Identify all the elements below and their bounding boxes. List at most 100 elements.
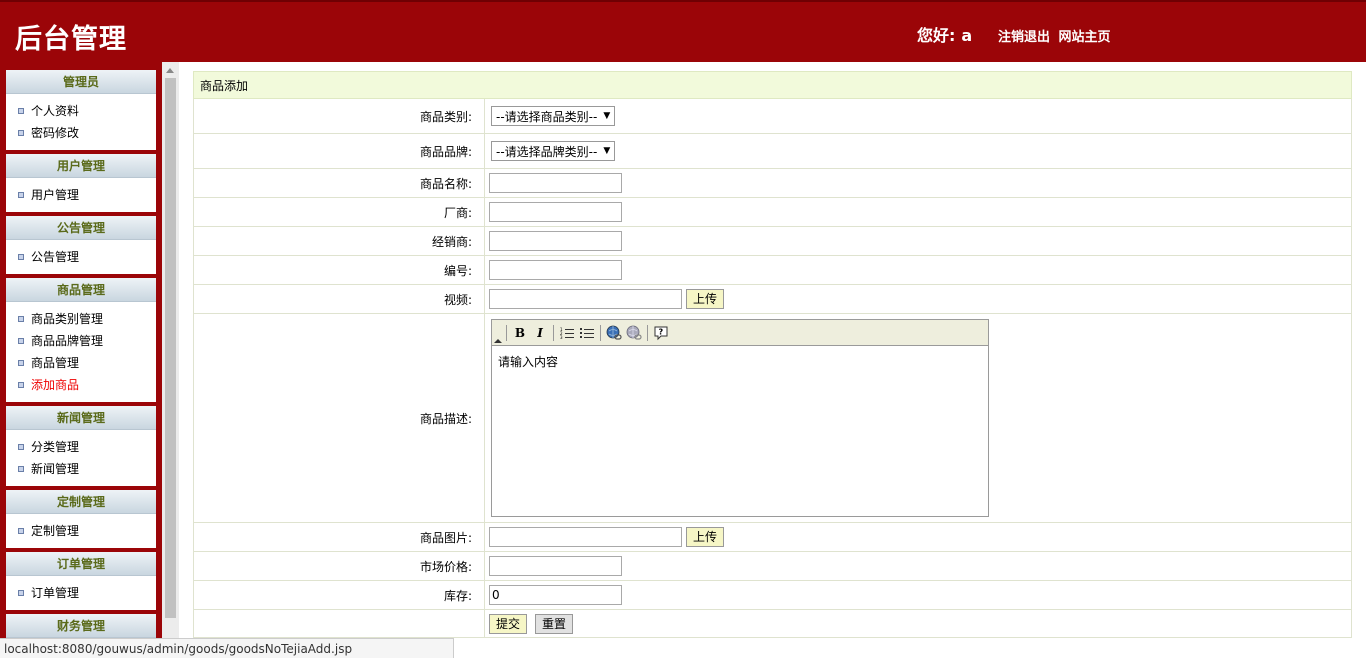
row-maker: 厂商: [193,198,1352,227]
menu-head-orders[interactable]: 订单管理 [6,552,156,576]
dealer-input[interactable] [489,231,622,251]
rich-text-editor: B I 123 ? 请输入内容 [491,319,989,517]
image-upload-button[interactable]: 上传 [686,527,725,547]
toolbar-corner-icon [494,339,502,343]
bullet-icon [18,338,24,344]
menu-group-notices: 公告管理 公告管理 [6,216,156,274]
sidebar-item-news[interactable]: 新闻管理 [6,458,156,480]
form-title: 商品添加 [193,71,1352,99]
sidebar-item-users[interactable]: 用户管理 [6,184,156,206]
row-category: 商品类别: --请选择商品类别-- ▼ [193,99,1352,134]
sidebar-item-notices[interactable]: 公告管理 [6,246,156,268]
italic-icon[interactable]: I [530,323,550,343]
bullet-icon [18,254,24,260]
header-links: 注销退出 网站主页 [998,26,1115,45]
dropdown-arrow-icon: ▼ [603,111,611,121]
menu-head-custom[interactable]: 定制管理 [6,490,156,514]
row-dealer: 经销商: [193,227,1352,256]
menu-group-news: 新闻管理 分类管理 新闻管理 [6,406,156,486]
sidebar: 管理员 个人资料 密码修改 用户管理 用户管理 公告管理 公告管理 商品管理 商… [0,62,162,638]
sidebar-item-password[interactable]: 密码修改 [6,122,156,144]
header: 后台管理 您好: a 注销退出 网站主页 [0,0,1366,62]
code-input[interactable] [489,260,622,280]
name-input[interactable] [489,173,622,193]
video-input[interactable] [489,289,682,309]
sidebar-scrollbar[interactable] [162,62,179,638]
bullet-icon [18,444,24,450]
dealer-label: 经销商: [194,227,485,255]
row-code: 编号: [193,256,1352,285]
sidebar-item-profile[interactable]: 个人资料 [6,100,156,122]
goods-add-form: 商品添加 商品类别: --请选择商品类别-- ▼ 商品品牌: --请选择品牌类别-… [193,71,1352,638]
image-label: 商品图片: [194,523,485,551]
help-icon[interactable]: ? [651,323,671,343]
sidebar-item-news-category[interactable]: 分类管理 [6,436,156,458]
bullet-icon [18,192,24,198]
menu-head-finance[interactable]: 财务管理 [6,614,156,638]
stock-input[interactable]: 0 [489,585,622,605]
unordered-list-icon[interactable] [577,323,597,343]
menu-head-users[interactable]: 用户管理 [6,154,156,178]
sidebar-item-goods-manage[interactable]: 商品管理 [6,352,156,374]
brand-select[interactable]: --请选择品牌类别-- ▼ [491,141,616,161]
category-select[interactable]: --请选择商品类别-- ▼ [491,106,616,126]
bullet-icon [18,528,24,534]
menu-group-goods: 商品管理 商品类别管理 商品品牌管理 商品管理 添加商品 [6,278,156,402]
actions-label-cell [194,610,485,637]
menu-head-admin[interactable]: 管理员 [6,70,156,94]
row-name: 商品名称: [193,169,1352,198]
editor-toolbar: B I 123 ? [492,320,988,346]
bullet-icon [18,382,24,388]
category-label: 商品类别: [194,99,485,133]
menu-head-news[interactable]: 新闻管理 [6,406,156,430]
name-label: 商品名称: [194,169,485,197]
menu-head-notices[interactable]: 公告管理 [6,216,156,240]
code-label: 编号: [194,256,485,284]
submit-button[interactable]: 提交 [489,613,528,634]
price-input[interactable] [489,556,622,576]
greeting-label: 您好: [917,26,956,45]
video-upload-button[interactable]: 上传 [686,289,725,309]
link-icon[interactable] [604,323,624,343]
reset-button[interactable]: 重置 [535,613,574,634]
sidebar-item-goods-add[interactable]: 添加商品 [6,374,156,396]
editor-content[interactable]: 请输入内容 [492,346,988,377]
stock-label: 库存: [194,581,485,609]
ordered-list-icon[interactable]: 123 [557,323,577,343]
row-price: 市场价格: [193,552,1352,581]
maker-label: 厂商: [194,198,485,226]
brand-label: 商品品牌: [194,134,485,168]
sidebar-item-custom[interactable]: 定制管理 [6,520,156,542]
row-image: 商品图片: 上传 [193,523,1352,552]
image-input[interactable] [489,527,682,547]
unlink-icon[interactable] [624,323,644,343]
toolbar-separator [506,324,507,341]
video-label: 视频: [194,285,485,313]
menu-group-finance: 财务管理 [6,614,156,638]
category-select-value: --请选择商品类别-- [496,109,598,124]
bullet-icon [18,130,24,136]
scroll-thumb[interactable] [165,78,176,618]
scroll-up-icon[interactable] [166,68,174,73]
bold-icon[interactable]: B [510,323,530,343]
toolbar-separator [600,324,601,341]
app-title: 后台管理 [15,24,127,55]
sidebar-item-orders[interactable]: 订单管理 [6,582,156,604]
row-description: 商品描述: B I 123 ? 请输入内容 [193,314,1352,523]
row-brand: 商品品牌: --请选择品牌类别-- ▼ [193,134,1352,169]
maker-input[interactable] [489,202,622,222]
logout-link[interactable]: 注销退出 [998,30,1050,45]
bullet-icon [18,590,24,596]
menu-head-goods[interactable]: 商品管理 [6,278,156,302]
sidebar-item-goods-category[interactable]: 商品类别管理 [6,308,156,330]
browser-status-bar: localhost:8080/gouwus/admin/goods/goodsN… [0,638,454,658]
bullet-icon [18,108,24,114]
username: a [961,26,973,45]
row-actions: 提交 重置 [193,610,1352,638]
bullet-icon [18,466,24,472]
toolbar-separator [647,324,648,341]
greeting: 您好: a [917,22,972,46]
home-link[interactable]: 网站主页 [1059,30,1111,45]
bullet-icon [18,360,24,366]
sidebar-item-goods-brand[interactable]: 商品品牌管理 [6,330,156,352]
